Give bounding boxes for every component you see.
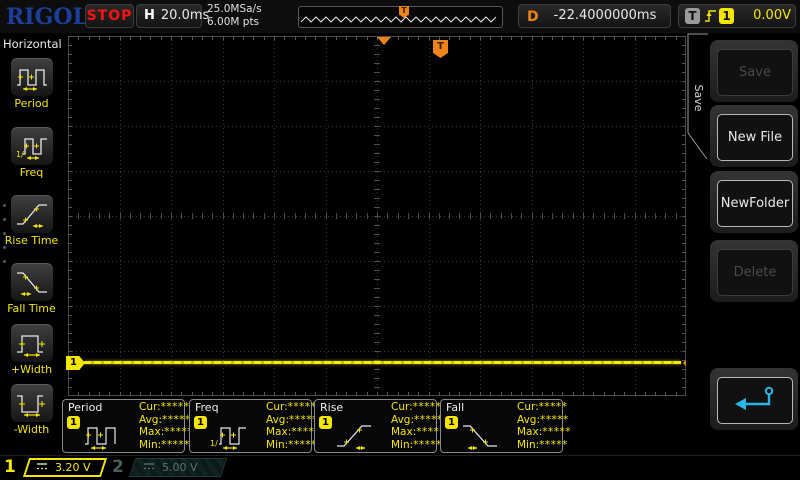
delete-button[interactable]: Delete (710, 240, 798, 302)
freq-icon: 1/ (210, 418, 250, 454)
timebase-panel: H 20.0ms (136, 4, 209, 28)
channel2-tab[interactable]: 5.00 V (128, 458, 228, 477)
run-state-indicator: STOP (85, 4, 134, 28)
return-arrow-icon (732, 384, 778, 418)
timebase-value: 20.0ms (160, 8, 210, 23)
save-menu-tab: Save (692, 84, 705, 112)
new-file-button[interactable]: New File (710, 105, 798, 167)
channel2-number: 2 (112, 457, 124, 477)
measurement-panel-rise: Rise 1 Cur:***** Avg:***** Max:***** Min… (314, 399, 445, 454)
channel1-tab[interactable]: 3.20 V (22, 458, 108, 477)
channel2-scale: 5.00 V (162, 461, 198, 474)
rising-edge-icon (704, 8, 717, 28)
menu-item-rise-time[interactable]: Rise Time (0, 194, 63, 256)
channel1-scale: 3.20 V (55, 461, 91, 474)
menu-item-plus-width[interactable]: +Width (0, 323, 63, 385)
dc-coupling-icon (143, 461, 155, 474)
measurement-stats: Cur:***** Avg:***** Max:***** Min:***** (391, 401, 445, 451)
channel-badge: 1 (445, 416, 458, 429)
measurement-name: Fall (446, 401, 465, 414)
plus-width-icon[interactable] (10, 323, 54, 363)
menu-item-label: -Width (13, 423, 50, 436)
dc-coupling-icon (36, 461, 48, 474)
oscilloscope-screen: RIGOL STOP H 20.0ms 25.0MSa/s 6.00M pts T… (0, 0, 800, 480)
measurement-name: Freq (195, 401, 219, 414)
channel-badge: 1 (67, 416, 80, 429)
measurement-name: Rise (320, 401, 344, 414)
measurement-stats: Cur:***** Avg:***** Max:***** Min:***** (139, 401, 193, 451)
rise-time-icon[interactable] (10, 194, 54, 234)
measure-menu-title: Horizontal (3, 37, 62, 51)
horizontal-label: H (144, 8, 155, 23)
sample-rate: 25.0MSa/s (207, 3, 262, 15)
new-folder-button[interactable]: NewFolder (710, 171, 798, 233)
minus-width-icon[interactable] (10, 383, 54, 423)
measurement-panel-period: Period 1 Cur:***** Avg:***** Max:***** M… (62, 399, 193, 454)
channel-status-bar: 1 3.20 V 2 5.00 V (0, 455, 800, 480)
measurement-stats: Cur:***** Avg:***** Max:***** Min:***** (266, 401, 320, 451)
measurement-stats: Cur:***** Avg:***** Max:***** Min:***** (517, 401, 571, 451)
channel-badge: 1 (319, 416, 332, 429)
measurement-panel-freq: Freq 1 1/ Cur:***** Avg:***** Max:***** … (189, 399, 320, 454)
delay-label: D (527, 9, 539, 25)
menu-item-label: +Width (10, 363, 53, 376)
trigger-source-badge: 1 (719, 8, 734, 24)
menu-item-label: Freq (19, 166, 44, 179)
menu-item-label: Rise Time (4, 234, 59, 247)
back-button[interactable] (710, 368, 798, 430)
menu-item-period[interactable]: Period (0, 57, 63, 119)
save-button[interactable]: Save (710, 40, 798, 102)
top-status-bar: RIGOL STOP H 20.0ms 25.0MSa/s 6.00M pts T… (0, 0, 800, 34)
measurement-panel-fall: Fall 1 Cur:***** Avg:***** Max:***** Min… (440, 399, 571, 454)
menu-item-label: Period (14, 97, 49, 110)
channel1-trace (84, 361, 681, 364)
freq-icon[interactable]: 1/ (10, 126, 54, 166)
right-soft-menu: Save Save New File NewFolder Delete (686, 33, 800, 455)
period-icon (83, 418, 123, 454)
menu-item-label: Fall Time (7, 302, 56, 315)
delay-panel: D -22.4000000ms (518, 4, 671, 28)
memory-depth: 6.00M pts (207, 16, 260, 28)
menu-item-freq[interactable]: 1/ Freq (0, 126, 63, 188)
svg-text:1/: 1/ (16, 150, 24, 159)
menu-item-fall-time[interactable]: Fall Time (0, 262, 63, 324)
graticule (68, 36, 687, 397)
svg-text:1/: 1/ (210, 439, 218, 448)
trigger-label: T (685, 8, 700, 24)
channel1-number: 1 (4, 457, 16, 477)
period-icon[interactable] (10, 57, 54, 97)
fall-time-icon (461, 418, 501, 454)
rise-time-icon (335, 418, 375, 454)
left-measure-menu: Horizontal Period 1/ Freq Rise Time Fall… (0, 33, 63, 455)
rigol-logo: RIGOL (6, 4, 88, 30)
channel-badge: 1 (194, 416, 207, 429)
delay-value: -22.4000000ms (553, 8, 657, 23)
acquisition-info: 25.0MSa/s 6.00M pts (207, 3, 262, 29)
preview-waveform (300, 16, 497, 23)
graticule-area (68, 36, 687, 397)
trigger-panel: T 1 0.00V (678, 4, 796, 28)
measurement-name: Period (68, 401, 103, 414)
trigger-level-value: 0.00V (753, 8, 791, 23)
fall-time-icon[interactable] (10, 262, 54, 302)
menu-item-minus-width[interactable]: -Width (0, 383, 63, 445)
